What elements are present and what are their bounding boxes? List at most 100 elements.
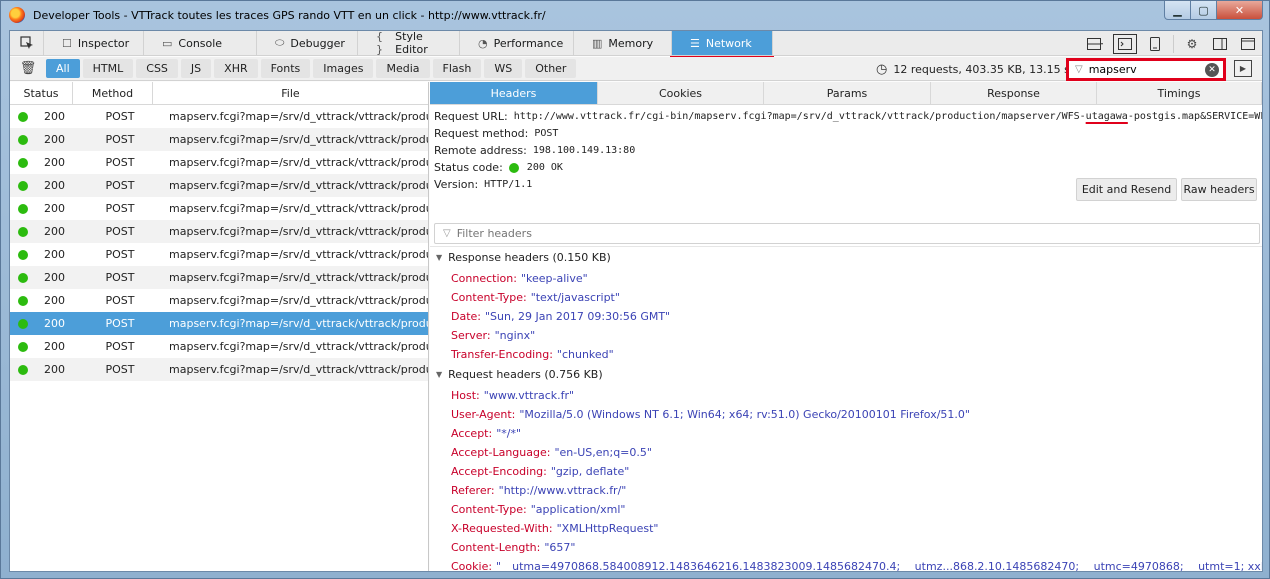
url-filter-box[interactable]: ▽ ✕ [1066,58,1226,81]
responsive-mode-icon[interactable] [1141,31,1169,56]
filter-other-button[interactable]: Other [525,59,577,78]
status-ok-icon [18,203,28,214]
request-headers-toggle[interactable]: ▼ Request headers (0.756 KB) [434,365,603,384]
tab-console[interactable]: ▭ Console [144,31,257,55]
close-button[interactable]: ✕ [1217,1,1263,20]
minimize-button[interactable]: ▁ [1164,1,1191,20]
filter-headers-box[interactable]: ▽ [434,223,1260,244]
clear-filter-icon[interactable]: ✕ [1205,63,1219,77]
column-header-method[interactable]: Method [73,82,153,104]
tab-debugger[interactable]: ⬭ Debugger [257,31,358,55]
filter-media-button[interactable]: Media [376,59,430,78]
tab-inspector[interactable]: ☐ Inspector [44,31,144,55]
header-line[interactable]: Referer: "http://www.vttrack.fr/" [451,481,626,500]
toggle-sidebar-icon[interactable]: ▶ [1234,60,1252,77]
title-bar[interactable]: Developer Tools - VTTrack toutes les tra… [1,1,1269,29]
table-row[interactable]: 200 POST mapserv.fcgi?map=/srv/d_vttrack/v… [10,312,428,335]
edit-and-resend-button[interactable]: Edit and Resend [1076,178,1177,201]
details-tab-headers[interactable]: Headers [430,82,598,104]
tab-label: Style Editor [395,30,428,56]
performance-gauge-icon: ◷ [876,61,888,77]
header-value: "http://www.vttrack.fr/" [498,484,627,497]
filter-images-button[interactable]: Images [313,59,374,78]
table-row[interactable]: 200 POST mapserv.fcgi?map=/srv/d_vttrack/v… [10,105,428,128]
header-line[interactable]: Cookie: "__utma=4970868.584008912.1483646… [451,557,1262,571]
details-tab-timings[interactable]: Timings [1097,82,1262,104]
style-editor-icon: { } [376,30,383,56]
dock-side-icon[interactable] [1206,31,1234,56]
header-line[interactable]: Content-Type: "text/javascript" [451,288,620,307]
response-headers-toggle[interactable]: ▼ Response headers (0.150 KB) [434,248,611,267]
table-row[interactable]: 200 POST mapserv.fcgi?map=/srv/d_vttrack/v… [10,266,428,289]
filter-xhr-button[interactable]: XHR [214,59,258,78]
element-picker-button[interactable] [10,31,44,55]
tab-style-editor[interactable]: { } Style Editor [358,30,460,56]
header-line[interactable]: Accept-Language: "en-US,en;q=0.5" [451,443,652,462]
header-name: Date: [451,310,481,323]
header-line[interactable]: X-Requested-With: "XMLHttpRequest" [451,519,658,538]
console-toggle-icon[interactable] [1113,33,1137,54]
filter-css-button[interactable]: CSS [136,59,178,78]
devtools-client: ☐ Inspector ▭ Console ⬭ Debugger { } Style Edit… [9,30,1263,572]
header-line[interactable]: Content-Type: "application/xml" [451,500,625,519]
filter-ws-button[interactable]: WS [484,59,523,78]
status-ok-icon [18,157,28,168]
header-line[interactable]: Server: "nginx" [451,326,535,345]
header-line[interactable]: Date: "Sun, 29 Jan 2017 09:30:56 GMT" [451,307,670,326]
table-row[interactable]: 200 POST mapserv.fcgi?map=/srv/d_vttrack/v… [10,289,428,312]
table-row[interactable]: 200 POST mapserv.fcgi?map=/srv/d_vttrack/v… [10,151,428,174]
row-status: 200 [44,248,65,261]
status-ok-icon [18,249,28,260]
filter-js-button[interactable]: JS [180,59,212,78]
row-file: mapserv.fcgi?map=/srv/d_vttrack/vttrack/… [169,225,428,238]
separate-window-icon[interactable] [1234,31,1262,56]
table-row[interactable]: 200 POST mapserv.fcgi?map=/srv/d_vttrack/v… [10,128,428,151]
header-line[interactable]: Connection: "keep-alive" [451,269,588,288]
filter-all-button[interactable]: All [46,59,80,78]
split-console-icon[interactable] [1081,31,1109,56]
tab-memory[interactable]: ▥ Memory [574,31,672,55]
header-value: "text/javascript" [530,291,620,304]
raw-headers-button[interactable]: Raw headers [1181,178,1257,201]
header-line[interactable]: Accept-Encoding: "gzip, deflate" [451,462,629,481]
details-tab-params[interactable]: Params [764,82,931,104]
tab-network[interactable]: ☰ Network [670,31,774,59]
column-header-file[interactable]: File [153,82,428,104]
request-summary[interactable]: ◷ 12 requests, 403.35 KB, 13.15 s [876,57,1070,81]
table-row[interactable]: 200 POST mapserv.fcgi?map=/srv/d_vttrack/v… [10,220,428,243]
table-row[interactable]: 200 POST mapserv.fcgi?map=/srv/d_vttrack/v… [10,197,428,220]
maximize-button[interactable]: ▢ [1191,1,1217,20]
filter-html-button[interactable]: HTML [82,59,134,78]
header-name: Host: [451,389,480,402]
request-url-value[interactable]: http://www.vttrack.fr/cgi-bin/mapserv.fc… [514,111,1262,122]
table-row[interactable]: 200 POST mapserv.fcgi?map=/srv/d_vttrack/v… [10,358,428,381]
filter-headers-input[interactable] [456,227,1157,240]
tool-tabs: ☐ Inspector ▭ Console ⬭ Debugger { } Style Edit… [44,30,774,59]
url-filter-input[interactable] [1088,63,1199,76]
filter-flash-button[interactable]: Flash [432,59,482,78]
table-row[interactable]: 200 POST mapserv.fcgi?map=/srv/d_vttrack/v… [10,174,428,197]
clear-requests-icon[interactable]: 🗑 [10,61,46,76]
table-row[interactable]: 200 POST mapserv.fcgi?map=/srv/d_vttrack/v… [10,335,428,358]
column-header-status[interactable]: Status [10,82,73,104]
header-name: Content-Type: [451,291,527,304]
status-ok-icon [18,272,28,283]
status-ok-icon [18,318,28,329]
details-tab-response[interactable]: Response [931,82,1097,104]
header-line[interactable]: Accept: "*/*" [451,424,521,443]
tab-performance[interactable]: ◔ Performance [460,31,574,55]
version-value: HTTP/1.1 [484,179,533,190]
filter-fonts-button[interactable]: Fonts [260,59,311,78]
table-row[interactable]: 200 POST mapserv.fcgi?map=/srv/d_vttrack/v… [10,243,428,266]
header-line[interactable]: Transfer-Encoding: "chunked" [451,345,614,364]
header-line[interactable]: Host: "www.vttrack.fr" [451,386,574,405]
header-line[interactable]: Content-Length: "657" [451,538,576,557]
row-file: mapserv.fcgi?map=/srv/d_vttrack/vttrack/… [169,340,428,353]
gear-icon[interactable]: ⚙ [1178,31,1206,56]
header-line[interactable]: User-Agent: "Mozilla/5.0 (Windows NT 6.1;… [451,405,970,424]
divider [430,246,1262,247]
header-name: Transfer-Encoding: [451,348,553,361]
header-value: "*/*" [496,427,522,440]
details-tab-cookies[interactable]: Cookies [598,82,764,104]
console-icon: ▭ [162,36,173,50]
